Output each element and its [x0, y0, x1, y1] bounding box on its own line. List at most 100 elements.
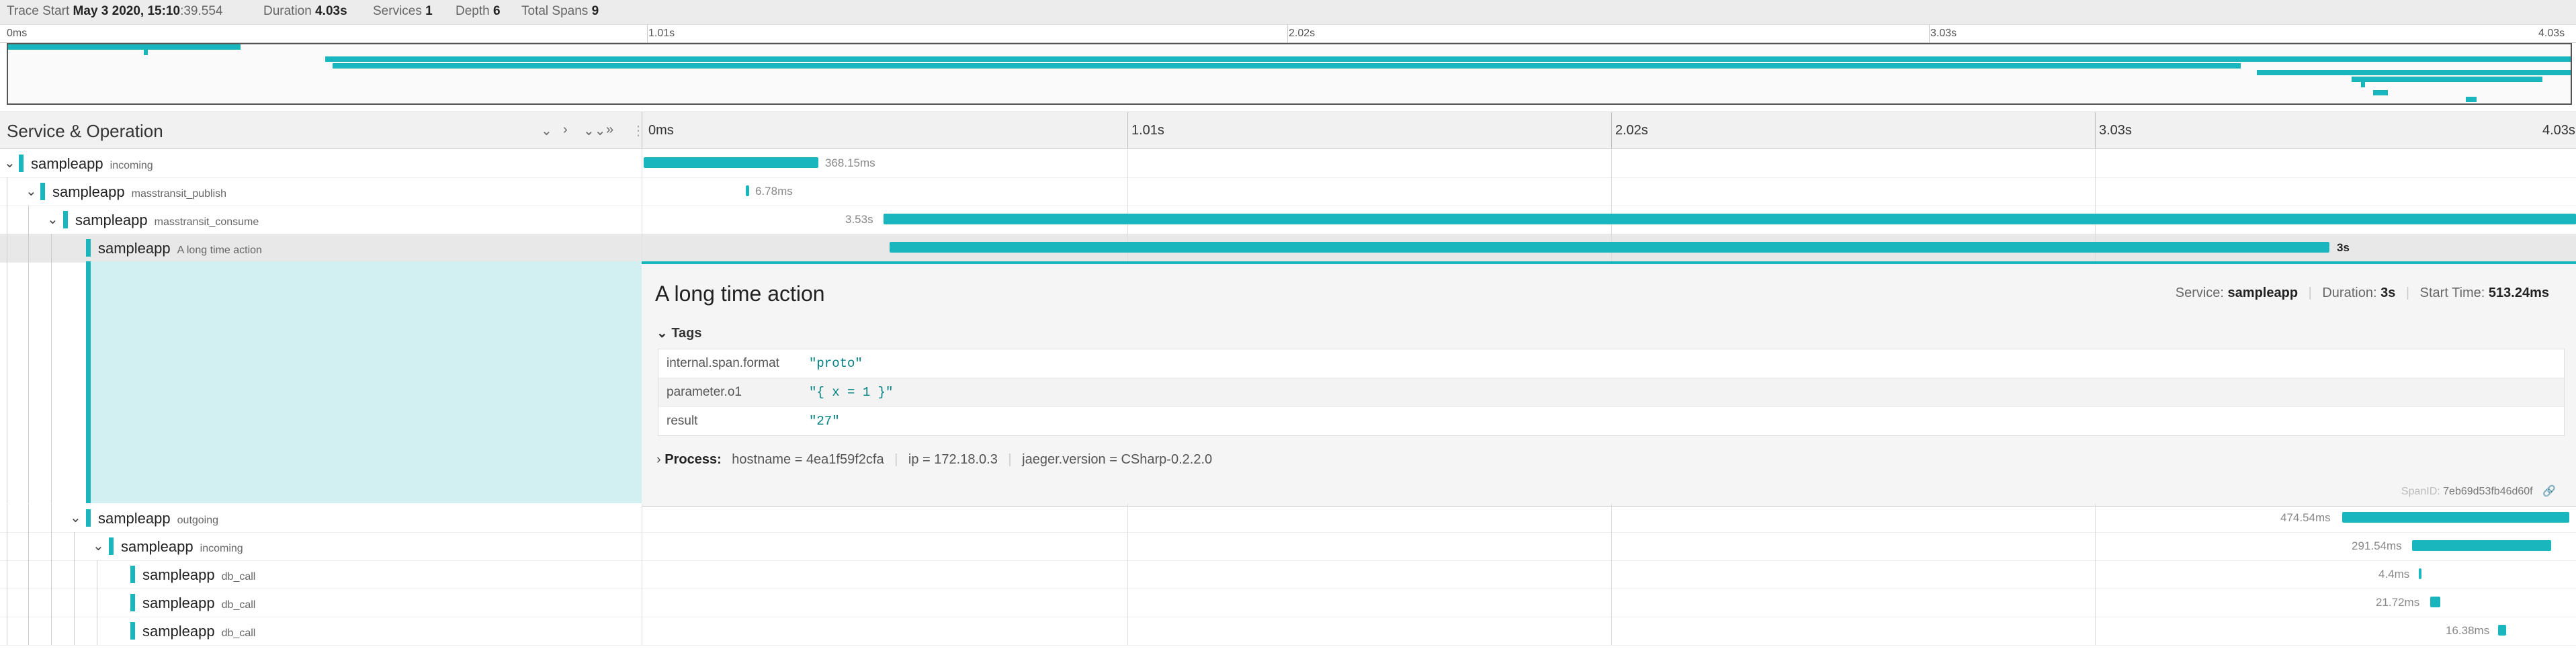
span-bar[interactable]: [2419, 568, 2421, 579]
timeline-gridline: [2095, 504, 2096, 532]
expand-all-icon[interactable]: »: [606, 122, 613, 138]
span-row[interactable]: sampleapp db_call 4.4ms: [0, 560, 2576, 589]
span-bar[interactable]: [2430, 597, 2440, 607]
timeline-gridline: [2095, 149, 2096, 177]
span-name[interactable]: sampleapp incoming: [31, 155, 153, 173]
span-name[interactable]: sampleapp db_call: [142, 566, 255, 584]
span-row[interactable]: ⌄ sampleapp masstransit_publish 6.78ms: [0, 177, 2576, 206]
process-toggle[interactable]: › Process: hostname = 4ea1f59f2cfa | ip …: [656, 452, 1212, 468]
span-duration: 368.15ms: [825, 157, 875, 169]
tag-row[interactable]: parameter.o1 "{ x = 1 }": [658, 378, 2564, 407]
minimap-span: [2373, 90, 2388, 95]
minimap-span: [2361, 82, 2365, 87]
minimap-span: [2257, 70, 2571, 75]
minimap-tick: 3.03s: [1930, 28, 1957, 39]
span-bar[interactable]: [2412, 540, 2551, 551]
trace-depth: Depth 6: [456, 4, 501, 18]
expand-one-icon[interactable]: ›: [563, 122, 568, 138]
span-name[interactable]: sampleapp A long time action: [98, 240, 262, 257]
timeline-gridline: [2095, 177, 2096, 206]
tags-table: internal.span.format "proto" parameter.o1…: [658, 349, 2565, 436]
timeline-gridline: [1611, 149, 1612, 177]
minimap-ticks: 0ms 1.01s 2.02s 3.03s 4.03s: [0, 25, 2576, 43]
timeline-tick: 1.01s: [1131, 123, 1164, 138]
span-row[interactable]: ⌄ sampleapp incoming 291.54ms: [0, 532, 2576, 561]
chevron-down-icon[interactable]: ⌄: [4, 155, 15, 171]
tree-guide: [51, 234, 52, 262]
timeline-gridline: [1127, 617, 1128, 645]
link-icon[interactable]: 🔗: [2542, 486, 2556, 497]
collapse-one-icon[interactable]: ⌄: [541, 122, 552, 139]
chevron-down-icon[interactable]: ⌄: [93, 537, 104, 554]
span-bar[interactable]: [2498, 625, 2506, 636]
timeline-gridline: [1127, 589, 1128, 617]
span-name[interactable]: sampleapp masstransit_consume: [75, 212, 259, 229]
service-color-bar: [63, 211, 68, 228]
tree-guide: [51, 617, 52, 645]
span-row[interactable]: ⌄ sampleapp masstransit_consume 3.53s: [0, 206, 2576, 234]
tree-guide: [28, 234, 29, 262]
timeline-gridline: [1611, 617, 1612, 645]
timeline-gridline: [1611, 504, 1612, 532]
tree-guide: [74, 532, 75, 560]
timeline-gridline: [2095, 532, 2096, 560]
tree-guide: [28, 504, 29, 532]
tag-row[interactable]: internal.span.format "proto": [658, 349, 2564, 378]
span-row[interactable]: ⌄ sampleapp incoming 368.15ms: [0, 149, 2576, 178]
chevron-down-icon[interactable]: ⌄: [26, 183, 37, 200]
span-name[interactable]: sampleapp db_call: [142, 595, 255, 612]
span-bar[interactable]: [746, 185, 749, 196]
minimap-span: [2466, 97, 2477, 102]
timeline-gridline: [1127, 149, 1128, 177]
resize-handle[interactable]: ⋮: [632, 122, 645, 139]
span-bar[interactable]: [884, 214, 2576, 224]
service-color-bar: [86, 509, 91, 527]
span-name[interactable]: sampleapp outgoing: [98, 510, 218, 527]
timeline-gridline: [1611, 560, 1612, 589]
chevron-down-icon[interactable]: ⌄: [70, 509, 81, 526]
trace-start: Trace Start May 3 2020, 15:10:39.554: [7, 4, 223, 18]
span-row[interactable]: sampleapp db_call 16.38ms: [0, 617, 2576, 646]
timeline-gridline: [1611, 589, 1612, 617]
span-duration: 3.53s: [845, 213, 873, 226]
span-name[interactable]: sampleapp masstransit_publish: [52, 183, 226, 201]
minimap-span: [333, 63, 2241, 69]
minimap-span: [325, 56, 2571, 62]
tree-guide: [28, 261, 29, 503]
span-row[interactable]: sampleapp db_call 21.72ms: [0, 589, 2576, 617]
span-bar[interactable]: [890, 242, 2329, 253]
chevron-down-icon[interactable]: ⌄: [47, 211, 58, 228]
trace-services: Services 1: [373, 4, 433, 18]
trace-summary: Trace Start May 3 2020, 15:10:39.554 Dur…: [0, 0, 2576, 25]
span-bar[interactable]: [644, 157, 818, 168]
span-detail: A long time action Service: sampleapp | …: [642, 261, 2576, 507]
tree-guide: [51, 532, 52, 560]
timeline-gridline: [1127, 504, 1128, 532]
collapse-all-icon[interactable]: ⌄⌄: [583, 122, 606, 139]
span-duration: 474.54ms: [2280, 511, 2331, 524]
span-name[interactable]: sampleapp incoming: [121, 538, 243, 556]
timeline-gridline: [1611, 112, 1612, 148]
span-duration: 21.72ms: [2376, 596, 2420, 609]
span-row-selected[interactable]: sampleapp A long time action 3s: [0, 234, 2576, 263]
timeline-gridline: [2095, 617, 2096, 645]
tree-guide: [28, 532, 29, 560]
tags-toggle[interactable]: ⌄ Tags: [656, 324, 702, 341]
detail-highlight: [91, 261, 642, 503]
span-bar[interactable]: [2342, 512, 2569, 523]
minimap-span: [2352, 77, 2542, 82]
timeline-tick: 2.02s: [1615, 123, 1648, 138]
timeline-gridline: [1611, 532, 1612, 560]
span-row[interactable]: ⌄ sampleapp outgoing 474.54ms: [0, 504, 2576, 533]
minimap-tick: 4.03s: [2538, 28, 2565, 39]
timeline-gridline: [1611, 177, 1612, 206]
tag-row[interactable]: result "27": [658, 407, 2564, 435]
chevron-right-icon: ›: [656, 452, 661, 467]
service-color-bar: [19, 155, 24, 172]
trace-minimap[interactable]: [7, 43, 2572, 105]
minimap-span: [8, 44, 241, 50]
column-title: Service & Operation: [7, 121, 163, 141]
timeline-tick: 0ms: [648, 123, 674, 138]
span-name[interactable]: sampleapp db_call: [142, 623, 255, 640]
tree-guide: [74, 560, 75, 589]
